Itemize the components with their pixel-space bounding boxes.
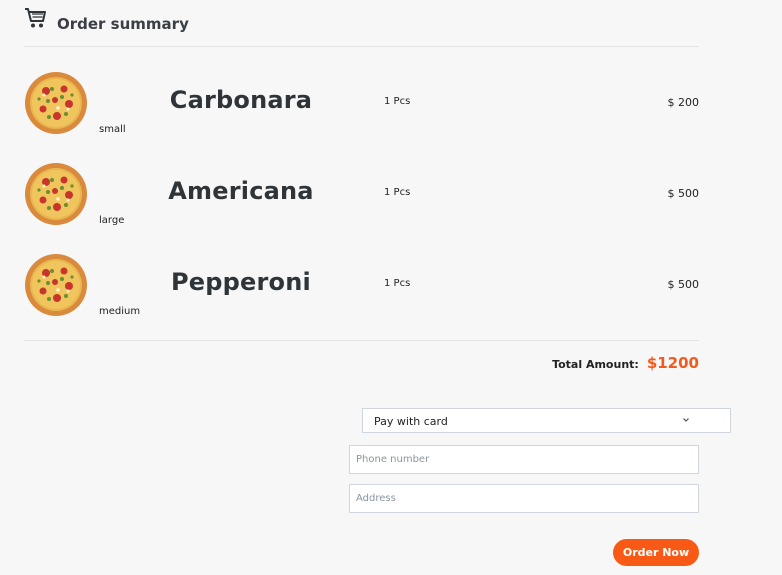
item-name: Carbonara: [169, 86, 313, 114]
payment-method-select[interactable]: Pay with card: [362, 408, 731, 433]
chevron-down-icon: [683, 418, 689, 422]
order-summary-header: Order summary: [24, 6, 699, 47]
item-quantity: 1 Pcs: [384, 187, 411, 198]
item-price: $ 500: [667, 278, 700, 291]
item-size: large: [99, 215, 125, 226]
pizza-image: [24, 162, 88, 226]
order-now-button[interactable]: Order Now: [613, 539, 699, 566]
order-summary-page: Order summary small Carbonara 1 Pcs $ 20…: [0, 0, 782, 575]
item-price: $ 200: [667, 96, 700, 109]
total-value: $1200: [646, 354, 699, 372]
order-item-pepperoni: medium Pepperoni 1 Pcs $ 500: [24, 253, 699, 323]
item-name: Pepperoni: [171, 268, 311, 296]
total-label: Total Amount:: [552, 358, 639, 371]
order-item-americana: large Americana 1 Pcs $ 500: [24, 162, 699, 232]
order-item-carbonara: small Carbonara 1 Pcs $ 200: [24, 71, 699, 141]
page-title: Order summary: [57, 15, 189, 33]
phone-number-input[interactable]: [349, 445, 699, 474]
total-amount: Total Amount: $1200: [552, 354, 699, 372]
item-quantity: 1 Pcs: [384, 278, 411, 289]
divider: [24, 340, 699, 341]
item-name: Americana: [168, 177, 314, 205]
pizza-image: [24, 253, 88, 317]
item-size: small: [99, 124, 126, 135]
payment-method-value: Pay with card: [374, 415, 448, 428]
item-quantity: 1 Pcs: [384, 96, 411, 107]
item-size: medium: [99, 306, 141, 317]
address-input[interactable]: [349, 484, 699, 513]
pizza-image: [24, 71, 88, 135]
cart-icon: [25, 8, 46, 28]
item-price: $ 500: [667, 187, 700, 200]
